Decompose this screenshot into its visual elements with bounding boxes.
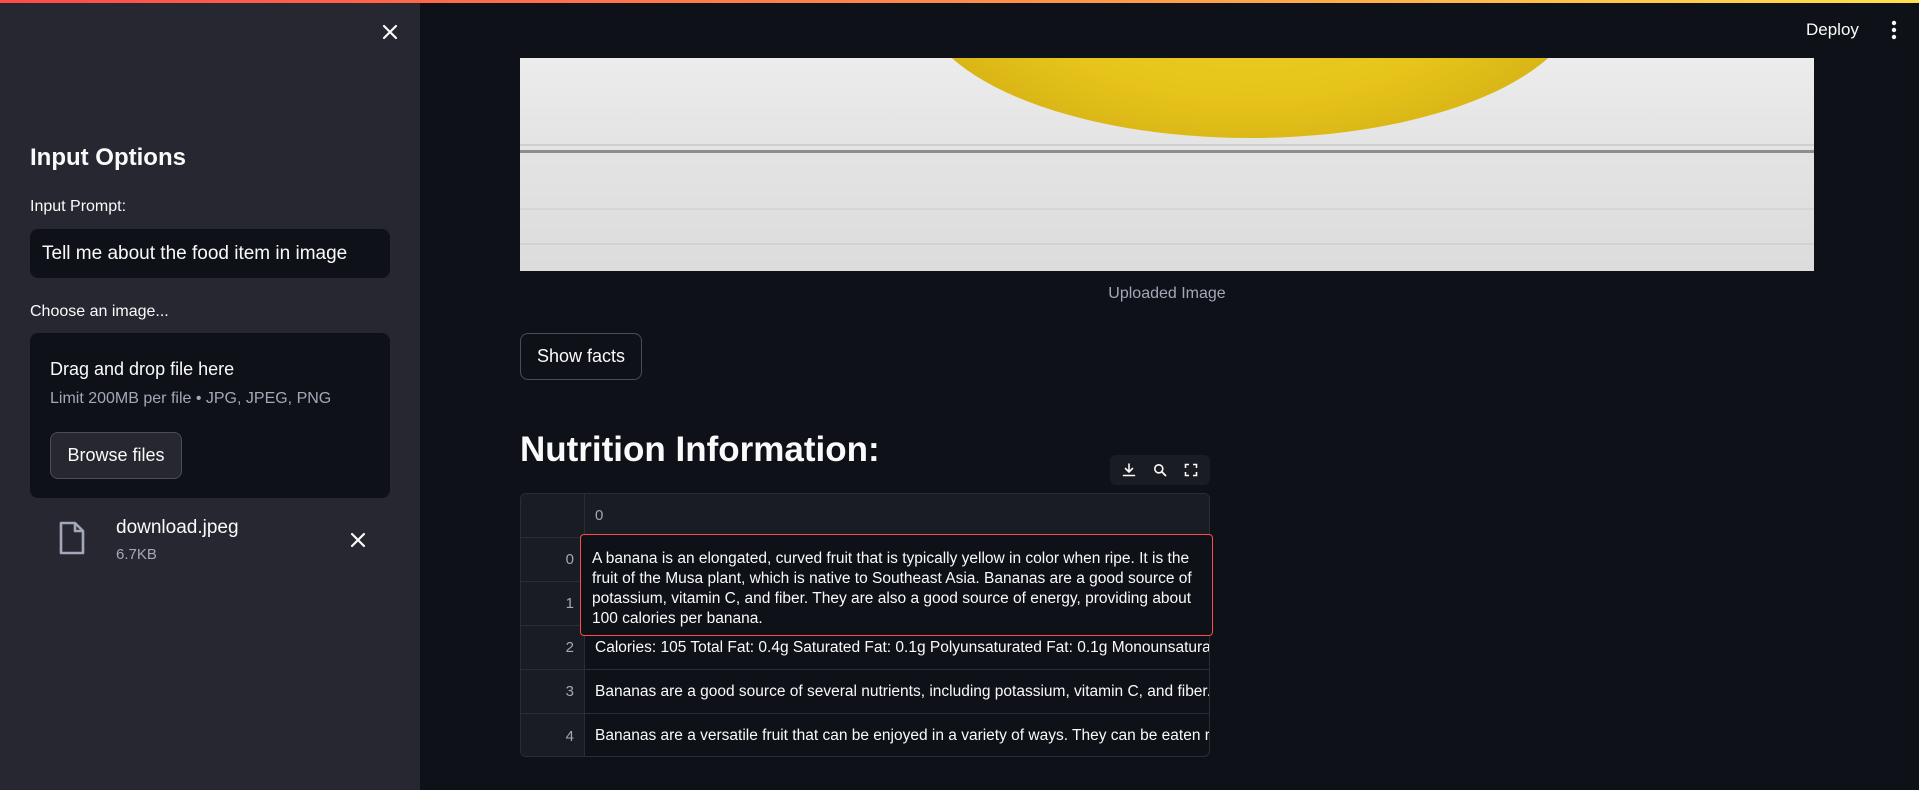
table-cell[interactable]: Bananas are a versatile fruit that can b… [585, 714, 1209, 756]
uploaded-image [520, 58, 1814, 271]
more-vertical-icon [1891, 20, 1897, 40]
expanded-cell-overlay[interactable]: A banana is an elongated, curved fruit t… [580, 534, 1213, 636]
show-facts-button[interactable]: Show facts [520, 333, 642, 380]
main-menu-button[interactable] [1882, 16, 1906, 44]
fullscreen-button[interactable] [1178, 457, 1204, 483]
image-label: Choose an image... [30, 303, 169, 320]
file-dropzone[interactable]: Drag and drop file here Limit 200MB per … [30, 333, 390, 498]
wood-grain-line [520, 208, 1814, 210]
row-index: 4 [521, 714, 585, 756]
file-icon [59, 521, 85, 555]
section-title: Nutrition Information: [520, 430, 880, 469]
close-icon [350, 532, 366, 548]
dropzone-limits: Limit 200MB per file • JPG, JPEG, PNG [50, 390, 332, 407]
banana-shape [920, 58, 1580, 138]
file-size: 6.7KB [116, 546, 157, 563]
table-cell[interactable]: Bananas are a good source of several nut… [585, 670, 1209, 713]
table-row[interactable]: 4 Bananas are a versatile fruit that can… [521, 714, 1209, 756]
row-index: 3 [521, 670, 585, 713]
file-name: download.jpeg [116, 517, 239, 538]
close-sidebar-button[interactable] [378, 20, 402, 44]
column-header[interactable]: 0 [585, 494, 1209, 537]
row-index: 0 [521, 538, 585, 581]
table-toolbar [1110, 455, 1210, 485]
row-index: 1 [521, 582, 585, 625]
uploaded-file: download.jpeg 6.7KB [30, 510, 390, 570]
table-row[interactable]: 3 Bananas are a good source of several n… [521, 670, 1209, 714]
index-header-cell [521, 494, 585, 537]
prompt-label: Input Prompt: [30, 198, 127, 215]
image-caption: Uploaded Image [1108, 285, 1226, 302]
top-decoration-bar [0, 0, 1919, 3]
download-button[interactable] [1116, 457, 1142, 483]
wood-grain-line [520, 243, 1814, 245]
search-button[interactable] [1147, 457, 1173, 483]
dropzone-title: Drag and drop file here [50, 359, 235, 379]
fullscreen-icon [1184, 463, 1197, 477]
remove-file-button[interactable] [346, 528, 370, 552]
row-index: 2 [521, 626, 585, 669]
prompt-input[interactable] [30, 229, 390, 278]
browse-files-button[interactable]: Browse files [50, 432, 182, 479]
search-icon [1153, 464, 1167, 477]
download-icon [1123, 463, 1136, 477]
close-icon [382, 24, 398, 40]
deploy-button[interactable]: Deploy [1794, 14, 1871, 46]
sidebar-title: Input Options [30, 144, 186, 171]
wood-grain-line [520, 150, 1814, 153]
sidebar: Input Options Input Prompt: Choose an im… [0, 0, 420, 790]
table-header-row: 0 [521, 494, 1209, 538]
wood-grain-line [520, 144, 1814, 146]
